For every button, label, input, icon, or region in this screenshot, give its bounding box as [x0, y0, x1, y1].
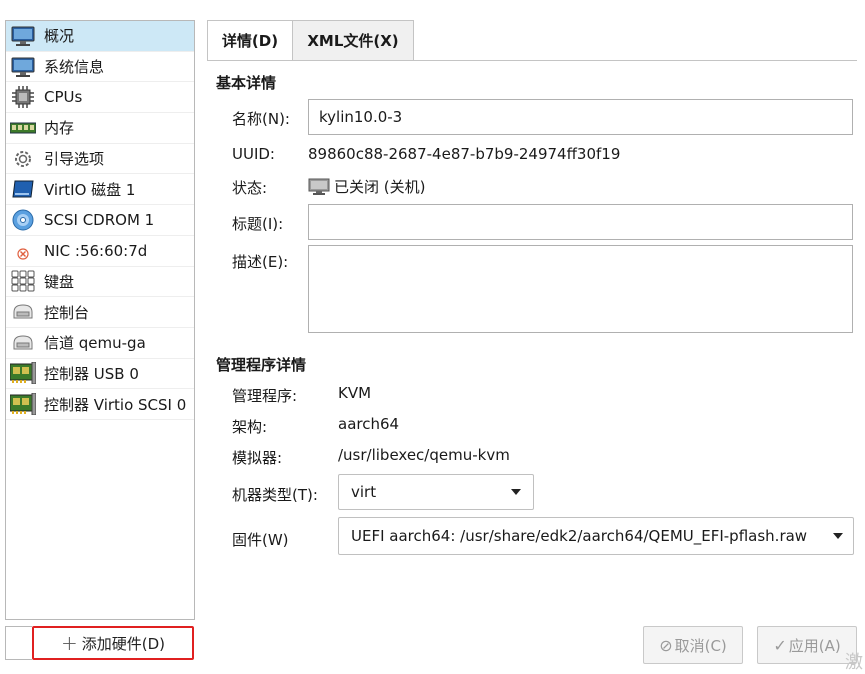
controller-card-icon	[10, 361, 36, 385]
cdrom-icon	[10, 208, 36, 232]
cancel-button-label: 取消(C)	[674, 636, 727, 655]
monitor-icon	[10, 24, 36, 48]
serial-console-icon	[10, 331, 36, 355]
watermark-text: 激	[845, 652, 863, 673]
firmware-select[interactable]: UEFI aarch64: /usr/share/edk2/aarch64/QE…	[338, 517, 854, 555]
hypervisor-details-heading: 管理程序详情	[216, 356, 307, 374]
firmware-label: 固件(W)	[232, 531, 289, 549]
sidebar-item-label: 系统信息	[44, 58, 105, 77]
hypervisor-value: KVM	[338, 384, 372, 402]
sidebar-item-label: 控制器 USB 0	[44, 364, 139, 383]
firmware-value: UEFI aarch64: /usr/share/edk2/aarch64/QE…	[351, 527, 808, 545]
sidebar-item-system-info[interactable]: 系统信息	[6, 52, 194, 83]
machine-type-select[interactable]: virt	[338, 474, 534, 510]
sidebar-item-virtio-disk[interactable]: VirtIO 磁盘 1	[6, 174, 194, 206]
gear-icon	[10, 147, 36, 171]
sidebar-item-label: 控制器 Virtio SCSI 0	[44, 395, 187, 414]
nic-disconnected-icon	[10, 239, 36, 263]
monitor-off-icon	[308, 178, 330, 196]
emulator-label: 模拟器:	[232, 449, 283, 467]
emulator-value: /usr/libexec/qemu-kvm	[338, 446, 510, 464]
sidebar-item-boot-options[interactable]: 引导选项	[6, 144, 194, 175]
cancel-icon: ⊘	[659, 635, 673, 655]
sidebar-item-channel-qemu-ga[interactable]: 信道 qemu-ga	[6, 328, 194, 359]
architecture-label: 架构:	[232, 418, 268, 436]
add-hardware-label: 添加硬件(D)	[81, 634, 166, 653]
sidebar-item-controller-usb[interactable]: 控制器 USB 0	[6, 359, 194, 390]
hardware-list: 概况 系统信息 CPUs 内存 引导选项 VirtIO 磁盘 1 SCSI CD…	[5, 20, 195, 620]
status-value: 已关闭 (关机)	[308, 176, 425, 197]
sidebar-item-console[interactable]: 控制台	[6, 297, 194, 328]
checkmark-icon: ✓	[773, 635, 787, 655]
architecture-value: aarch64	[338, 415, 400, 433]
sidebar-item-cpus[interactable]: CPUs	[6, 82, 194, 114]
apply-button-label: 应用(A)	[788, 636, 841, 655]
apply-button[interactable]: ✓ 应用(A)	[757, 626, 857, 664]
tab-xml-label: XML文件(X)	[307, 32, 399, 50]
title-label: 标题(I):	[232, 215, 284, 233]
disk-icon	[10, 177, 36, 201]
sidebar-item-label: SCSI CDROM 1	[44, 210, 155, 229]
keyboard-icon	[10, 269, 36, 293]
add-hardware-frame	[5, 626, 32, 660]
cancel-button[interactable]: ⊘ 取消(C)	[643, 626, 743, 664]
sidebar-item-label: 内存	[44, 119, 75, 138]
plus-icon: +	[60, 631, 78, 655]
sidebar-item-overview[interactable]: 概况	[6, 21, 194, 52]
serial-console-icon	[10, 300, 36, 324]
uuid-value: 89860c88-2687-4e87-b7b9-24974ff30f19	[308, 145, 621, 163]
memory-module-icon	[10, 116, 36, 140]
monitor-icon	[10, 55, 36, 79]
sidebar-item-label: VirtIO 磁盘 1	[44, 180, 136, 199]
add-hardware-button[interactable]: + 添加硬件(D)	[32, 626, 194, 660]
sidebar-item-scsi-cdrom[interactable]: SCSI CDROM 1	[6, 205, 194, 236]
cpu-chip-icon	[10, 85, 36, 109]
tab-details-label: 详情(D)	[221, 32, 279, 50]
sidebar-item-keyboard[interactable]: 键盘	[6, 267, 194, 298]
name-field-value: kylin10.0-3	[319, 108, 403, 126]
sidebar-item-label: 键盘	[44, 272, 75, 291]
hypervisor-label: 管理程序:	[232, 387, 298, 405]
tab-xml[interactable]: XML文件(X)	[292, 20, 414, 60]
sidebar-item-controller-virtio-scsi[interactable]: 控制器 Virtio SCSI 0	[6, 389, 194, 420]
machine-type-label: 机器类型(T):	[232, 486, 318, 504]
name-label: 名称(N):	[232, 110, 290, 128]
name-field[interactable]: kylin10.0-3	[308, 99, 853, 135]
sidebar-item-label: 信道 qemu-ga	[44, 334, 146, 353]
uuid-label: UUID:	[232, 145, 275, 163]
sidebar-item-label: CPUs	[44, 88, 83, 107]
controller-card-icon	[10, 392, 36, 416]
basic-details-heading: 基本详情	[216, 74, 277, 92]
machine-type-value: virt	[351, 483, 377, 501]
title-field[interactable]	[308, 204, 853, 240]
chevron-down-icon	[833, 533, 843, 539]
sidebar-item-nic[interactable]: NIC :56:60:7d	[6, 236, 194, 267]
description-field[interactable]	[308, 245, 853, 333]
sidebar-item-label: NIC :56:60:7d	[44, 241, 148, 260]
description-label: 描述(E):	[232, 253, 289, 271]
status-label: 状态:	[232, 179, 268, 197]
sidebar-item-label: 引导选项	[44, 150, 105, 169]
status-text: 已关闭 (关机)	[334, 178, 426, 196]
sidebar-item-memory[interactable]: 内存	[6, 113, 194, 144]
chevron-down-icon	[511, 489, 521, 495]
sidebar-item-label: 控制台	[44, 303, 90, 322]
sidebar-item-label: 概况	[44, 27, 75, 46]
tab-divider	[207, 60, 857, 61]
tab-details[interactable]: 详情(D)	[207, 20, 293, 60]
